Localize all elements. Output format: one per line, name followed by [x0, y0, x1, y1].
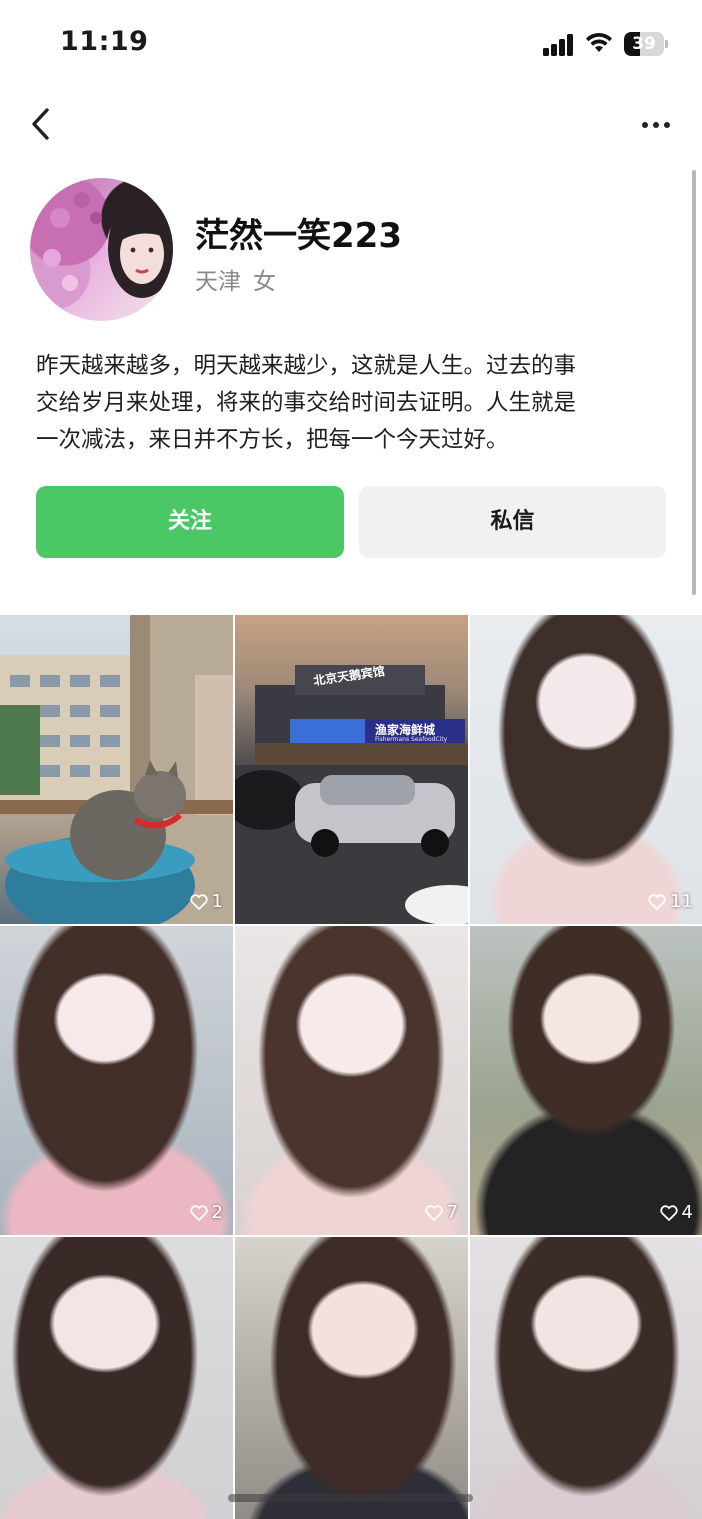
more-options-icon[interactable]: [630, 104, 682, 144]
like-count: 7: [424, 1202, 458, 1223]
scrollbar[interactable]: [692, 170, 696, 595]
like-count: 4: [659, 1202, 693, 1223]
back-icon[interactable]: [20, 100, 64, 148]
bio-line: 交给岁月来处理，将来的事交给时间去证明。人生就是: [36, 390, 577, 416]
grid-item-portrait[interactable]: [235, 1237, 468, 1519]
grid-item-street-photo[interactable]: 北京天鹅宾馆 渔家海鲜城 Fishermans SeafoodCity: [235, 615, 468, 924]
status-time: 11:19: [60, 26, 149, 57]
grid-item-portrait[interactable]: 2: [0, 926, 233, 1235]
grid-item-portrait[interactable]: 7: [235, 926, 468, 1235]
profile-gender: 女: [253, 269, 276, 295]
grid-item-portrait[interactable]: [0, 1237, 233, 1519]
heart-icon: [189, 893, 208, 910]
avatar[interactable]: [30, 178, 173, 321]
status-bar: 11:19 39: [0, 0, 702, 90]
profile-location: 天津: [195, 269, 241, 295]
like-count: 2: [189, 1202, 223, 1223]
media-grid: 1 北京天鹅宾馆 渔家海鲜城 Fishermans SeafoodCity 11: [0, 615, 702, 1519]
profile-meta: 天津女: [195, 262, 288, 296]
bio-line: 昨天越来越多，明天越来越少，这就是人生。过去的事: [36, 353, 577, 379]
grid-item-portrait[interactable]: 11: [470, 615, 702, 924]
profile-name: 茫然一笑223: [195, 216, 402, 256]
message-button[interactable]: 私信: [359, 486, 666, 558]
heart-icon: [424, 1204, 443, 1221]
cat-photo-image: [0, 615, 233, 924]
bio-line: 一次减法，来日并不方长，把每一个今天过好。: [36, 427, 509, 453]
like-count: 11: [648, 891, 693, 912]
heart-icon: [189, 1204, 208, 1221]
grid-item-portrait[interactable]: [470, 1237, 702, 1519]
restaurant-sign-english: Fishermans SeafoodCity: [375, 736, 448, 743]
home-indicator[interactable]: [228, 1494, 473, 1502]
grid-item-cat-photo[interactable]: 1: [0, 615, 233, 924]
grid-item-portrait[interactable]: 4: [470, 926, 702, 1235]
cellular-signal-icon: [543, 34, 575, 56]
wifi-icon: [586, 32, 612, 52]
battery-percentage: 39: [632, 34, 656, 54]
heart-icon: [659, 1204, 678, 1221]
like-count: 1: [189, 891, 223, 912]
heart-icon: [648, 893, 666, 910]
battery-icon: 39: [624, 32, 668, 56]
street-photo-image: [235, 665, 468, 924]
follow-button[interactable]: 关注: [36, 486, 344, 558]
profile-bio: 昨天越来越多，明天越来越少，这就是人生。过去的事 交给岁月来处理，将来的事交给时…: [36, 348, 666, 459]
